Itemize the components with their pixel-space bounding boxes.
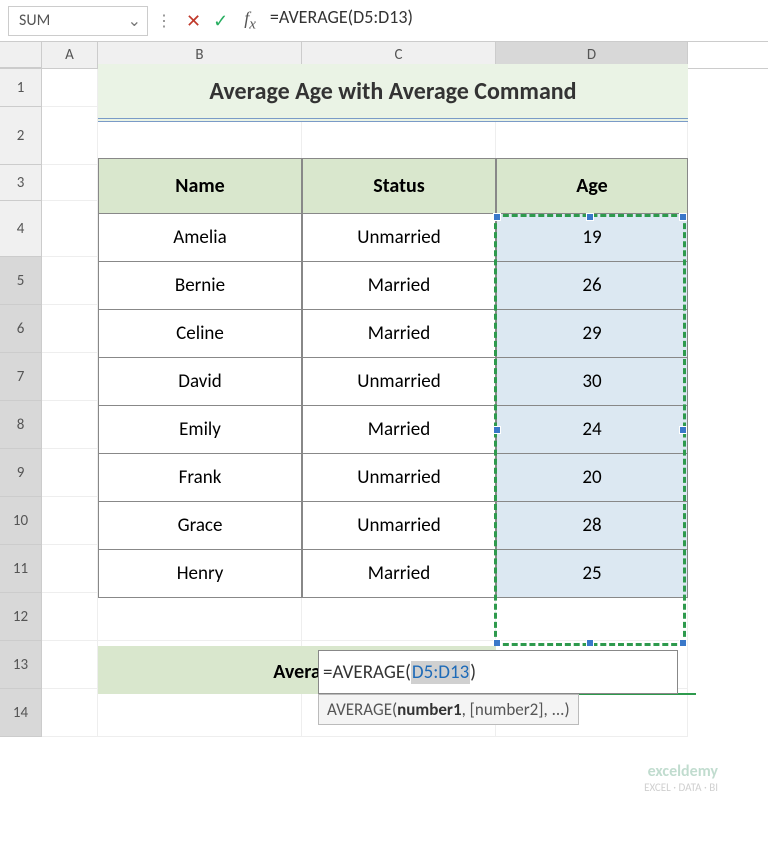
row-header-1[interactable]: 1 (0, 69, 42, 107)
fx-icon[interactable]: fx (244, 8, 256, 34)
cell[interactable]: 25 (496, 550, 688, 598)
cell[interactable]: 29 (496, 310, 688, 358)
cell[interactable]: Amelia (98, 214, 302, 262)
cell[interactable]: 26 (496, 262, 688, 310)
watermark-sub: EXCEL · DATA · BI (644, 781, 718, 794)
editing-cell[interactable]: =AVERAGE(D5:D13) (318, 650, 678, 694)
table-row: EmilyMarried24 (98, 406, 688, 454)
row-header-13[interactable]: 13 (0, 641, 42, 689)
cell[interactable]: Unmarried (302, 454, 496, 502)
tooltip-rest: , [number2], ...) (462, 699, 570, 720)
row-header-12[interactable]: 12 (0, 593, 42, 641)
row-header-5[interactable]: 5 (0, 257, 42, 305)
table-row: AmeliaUnmarried19 (98, 214, 688, 262)
tooltip-fn: AVERAGE( (327, 699, 397, 720)
chevron-down-icon[interactable]: ⌄ (128, 11, 141, 31)
function-tooltip: AVERAGE(number1, [number2], ...) (318, 694, 579, 725)
row-header-8[interactable]: 8 (0, 401, 42, 449)
row-header-2[interactable]: 2 (0, 107, 42, 165)
cell[interactable]: Married (302, 550, 496, 598)
title-text: Average Age with Average Command (209, 77, 576, 106)
formula-input[interactable]: =AVERAGE(D5:D13) (264, 6, 760, 36)
cell[interactable]: Married (302, 310, 496, 358)
cell[interactable]: Emily (98, 406, 302, 454)
cell[interactable]: 30 (496, 358, 688, 406)
header-age[interactable]: Age (496, 158, 688, 214)
col-header-A[interactable]: A (42, 42, 98, 68)
row-header-11[interactable]: 11 (0, 545, 42, 593)
table-row: FrankUnmarried20 (98, 454, 688, 502)
row-header-3[interactable]: 3 (0, 165, 42, 201)
table-row: DavidUnmarried30 (98, 358, 688, 406)
cancel-icon[interactable]: ✕ (186, 10, 201, 32)
header-status[interactable]: Status (302, 158, 496, 214)
watermark-text: exceldemy (644, 762, 718, 781)
cell[interactable]: Henry (98, 550, 302, 598)
table-row: CelineMarried29 (98, 310, 688, 358)
formula-bar: SUM ⌄ ⋮ ✕ ✓ fx =AVERAGE(D5:D13) (0, 0, 768, 42)
row-header-7[interactable]: 7 (0, 353, 42, 401)
row-header-14[interactable]: 14 (0, 689, 42, 737)
select-all-corner[interactable] (0, 42, 42, 68)
table-row: HenryMarried25 (98, 550, 688, 598)
cell[interactable]: 20 (496, 454, 688, 502)
header-name[interactable]: Name (98, 158, 302, 214)
row-header-6[interactable]: 6 (0, 305, 42, 353)
cell[interactable]: 24 (496, 406, 688, 454)
separator: ⋮ (156, 11, 172, 31)
cell[interactable]: David (98, 358, 302, 406)
cell[interactable]: Frank (98, 454, 302, 502)
confirm-icon[interactable]: ✓ (213, 10, 228, 32)
cell[interactable]: Unmarried (302, 214, 496, 262)
editing-suffix: ) (470, 661, 476, 684)
name-box-value: SUM (19, 11, 50, 30)
page-title: Average Age with Average Command (98, 64, 688, 122)
row-header-10[interactable]: 10 (0, 497, 42, 545)
row-header-4[interactable]: 4 (0, 201, 42, 257)
avg-label-text: Avera (273, 660, 321, 684)
table-row: BernieMarried26 (98, 262, 688, 310)
name-box[interactable]: SUM ⌄ (8, 6, 148, 36)
editing-range: D5:D13 (411, 661, 470, 684)
tooltip-arg1: number1 (397, 699, 461, 720)
cell[interactable]: Bernie (98, 262, 302, 310)
cell[interactable]: 19 (496, 214, 688, 262)
watermark: exceldemy EXCEL · DATA · BI (644, 762, 718, 794)
table-row: GraceUnmarried28 (98, 502, 688, 550)
cell[interactable]: Grace (98, 502, 302, 550)
data-table: Name Status Age AmeliaUnmarried19 Bernie… (98, 158, 688, 598)
cell[interactable]: Celine (98, 310, 302, 358)
cell[interactable]: Married (302, 406, 496, 454)
editing-prefix: =AVERAGE( (323, 661, 411, 684)
cell[interactable]: 28 (496, 502, 688, 550)
row-header-9[interactable]: 9 (0, 449, 42, 497)
formula-text: =AVERAGE(D5:D13) (270, 6, 413, 28)
cell[interactable]: Unmarried (302, 358, 496, 406)
cell[interactable]: Unmarried (302, 502, 496, 550)
cell[interactable]: Married (302, 262, 496, 310)
